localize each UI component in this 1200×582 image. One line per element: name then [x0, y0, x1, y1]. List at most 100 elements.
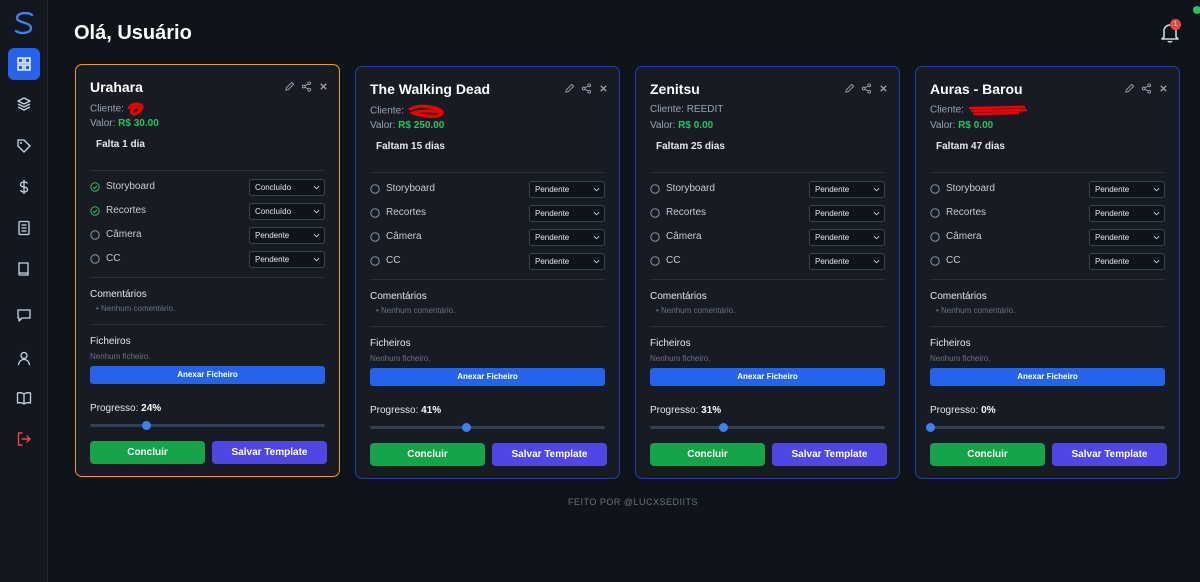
task-label: Câmera: [386, 231, 422, 242]
conclude-button[interactable]: Concluir: [90, 441, 205, 464]
task-status-select[interactable]: Pendente: [529, 181, 605, 198]
close-icon[interactable]: [878, 83, 889, 94]
card-actions: [564, 83, 609, 94]
task-row: CC Pendente: [370, 253, 605, 270]
share-icon[interactable]: [861, 83, 872, 94]
divider: [650, 172, 885, 173]
sidebar-item-dollar[interactable]: [8, 171, 40, 203]
task-status-select[interactable]: Pendente: [249, 251, 325, 268]
project-card[interactable]: The Walking Dead Cliente: Valor: R$ 250.0…: [355, 66, 620, 479]
progress-slider-thumb[interactable]: [142, 421, 152, 430]
sidebar-item-chat[interactable]: [8, 299, 40, 331]
task-row: Câmera Pendente: [90, 227, 325, 244]
task-label: Recortes: [106, 205, 147, 216]
task-status-select[interactable]: Pendente: [809, 229, 885, 246]
task-row: Storyboard Pendente: [650, 181, 885, 198]
task-status-select[interactable]: Pendente: [1089, 181, 1165, 198]
edit-icon[interactable]: [1124, 83, 1135, 94]
project-card[interactable]: Zenitsu Cliente: REEDIT Valor: R$ 0.00 Falt…: [635, 66, 900, 479]
sidebar-item-book[interactable]: [8, 253, 40, 285]
conclude-button[interactable]: Concluir: [370, 443, 485, 466]
task-status-select[interactable]: Pendente: [809, 253, 885, 270]
task-status-select[interactable]: Pendente: [529, 205, 605, 222]
task-status-select[interactable]: Pendente: [529, 253, 605, 270]
progress-slider-thumb[interactable]: [926, 423, 935, 432]
days-remaining: Falta 1 dia: [96, 139, 145, 150]
progress-slider[interactable]: [650, 423, 885, 432]
share-icon[interactable]: [581, 83, 592, 94]
divider: [650, 326, 885, 327]
empty-circle-icon: [650, 256, 660, 266]
task-label: Recortes: [386, 207, 427, 218]
save-template-button[interactable]: Salvar Template: [212, 441, 327, 464]
share-icon[interactable]: [301, 81, 312, 92]
task-status-select[interactable]: Concluído: [249, 203, 325, 220]
task-status-select[interactable]: Concluído: [249, 179, 325, 196]
empty-circle-icon: [90, 254, 100, 264]
progress-value: 24%: [141, 403, 162, 414]
edit-icon[interactable]: [844, 83, 855, 94]
close-icon[interactable]: [1158, 83, 1169, 94]
share-icon[interactable]: [1141, 83, 1152, 94]
attach-file-button[interactable]: Anexar Ficheiro: [930, 368, 1165, 386]
days-remaining: Faltam 25 dias: [656, 141, 725, 152]
empty-circle-icon: [650, 208, 660, 218]
divider: [930, 326, 1165, 327]
close-icon[interactable]: [598, 83, 609, 94]
sidebar-item-logout[interactable]: [8, 423, 40, 455]
check-circle-icon: [90, 206, 100, 216]
task-status-select[interactable]: Pendente: [1089, 205, 1165, 222]
task-label: Recortes: [666, 207, 707, 218]
sidebar-item-user[interactable]: [8, 342, 40, 374]
card-title: The Walking Dead: [370, 81, 491, 97]
user-icon: [17, 351, 31, 366]
chevron-down-icon: [1153, 235, 1160, 240]
task-status-select[interactable]: Pendente: [1089, 253, 1165, 270]
task-status-select[interactable]: Pendente: [809, 181, 885, 198]
divider: [90, 170, 325, 171]
task-label: Storyboard: [106, 181, 155, 192]
card-title: Zenitsu: [650, 81, 700, 97]
sidebar-item-open-book[interactable]: [8, 382, 40, 414]
progress-slider-thumb[interactable]: [462, 423, 472, 432]
files-empty: Nenhum ficheiro.: [650, 354, 711, 363]
empty-circle-icon: [370, 232, 380, 242]
sidebar-item-document[interactable]: [8, 212, 40, 244]
attach-file-button[interactable]: Anexar Ficheiro: [650, 368, 885, 386]
chevron-down-icon: [873, 259, 880, 264]
edit-icon[interactable]: [564, 83, 575, 94]
notification-badge: 1: [1170, 19, 1181, 30]
save-template-button[interactable]: Salvar Template: [772, 443, 887, 466]
edit-icon[interactable]: [284, 81, 295, 92]
close-icon[interactable]: [318, 81, 329, 92]
progress-label: Progresso: 41%: [370, 405, 442, 416]
logo-icon[interactable]: [12, 10, 36, 36]
task-row: Recortes Concluído: [90, 203, 325, 220]
client-line: Cliente:: [930, 104, 1029, 116]
progress-slider[interactable]: [926, 423, 1165, 432]
project-card[interactable]: Auras - Barou Cliente: Valor: R$ 0.00 Falt…: [915, 66, 1180, 479]
progress-slider[interactable]: [370, 423, 605, 432]
sidebar-item-tag[interactable]: [8, 130, 40, 162]
empty-circle-icon: [90, 230, 100, 240]
conclude-button[interactable]: Concluir: [930, 443, 1045, 466]
task-status-select[interactable]: Pendente: [809, 205, 885, 222]
attach-file-button[interactable]: Anexar Ficheiro: [90, 366, 325, 384]
save-template-button[interactable]: Salvar Template: [1052, 443, 1167, 466]
task-status-select[interactable]: Pendente: [529, 229, 605, 246]
project-card[interactable]: Urahara Cliente: Valor: R$ 30.00 Falta 1 d…: [75, 64, 340, 477]
sidebar-item-dashboard[interactable]: [8, 48, 40, 80]
task-label: Storyboard: [666, 183, 715, 194]
task-status-select[interactable]: Pendente: [1089, 229, 1165, 246]
chevron-down-icon: [873, 187, 880, 192]
task-status-select[interactable]: Pendente: [249, 227, 325, 244]
task-label: Câmera: [946, 231, 982, 242]
conclude-button[interactable]: Concluir: [650, 443, 765, 466]
progress-slider[interactable]: [90, 421, 325, 430]
value-line: Valor: R$ 0.00: [930, 120, 994, 131]
progress-slider-thumb[interactable]: [718, 423, 728, 432]
save-template-button[interactable]: Salvar Template: [492, 443, 607, 466]
sidebar-item-layers[interactable]: [8, 88, 40, 120]
attach-file-button[interactable]: Anexar Ficheiro: [370, 368, 605, 386]
empty-circle-icon: [370, 184, 380, 194]
